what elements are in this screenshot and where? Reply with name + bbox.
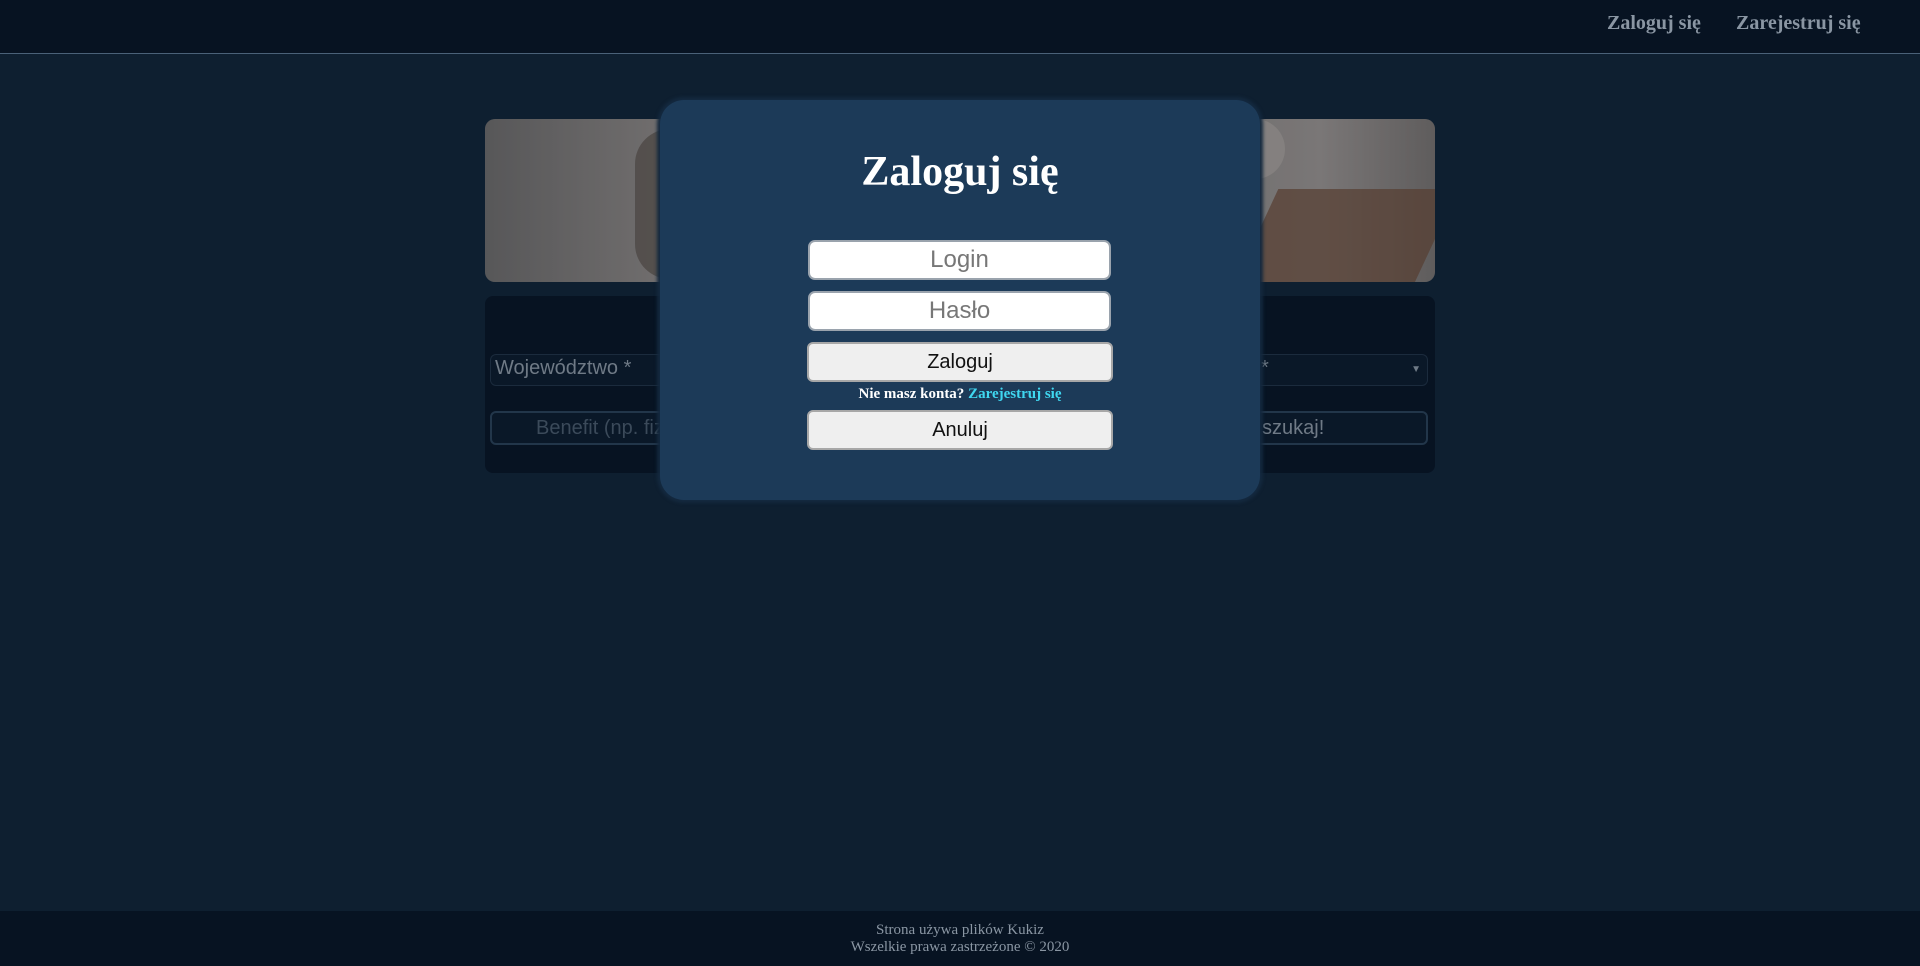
region-select-placeholder: Województwo * xyxy=(495,357,632,379)
footer-copyright-text: Wszelkie prawa zastrzeżone © 2020 xyxy=(850,939,1070,955)
register-link[interactable]: Zarejestruj się xyxy=(968,386,1061,402)
modal-title: Zaloguj się xyxy=(861,149,1059,195)
login-modal: Zaloguj się Zaloguj Nie masz konta? Zare… xyxy=(660,100,1260,500)
nav-register-link[interactable]: Zarejestruj się xyxy=(1736,12,1861,35)
footer-cookies-text: Strona używa plików Kukiz xyxy=(876,922,1044,938)
nav-login-link[interactable]: Zaloguj się xyxy=(1607,12,1701,35)
search-button[interactable]: szukaj! xyxy=(1262,417,1324,440)
benefit-placeholder: Benefit (np. fiz xyxy=(536,417,664,439)
top-navbar: Zaloguj się Zarejestruj się xyxy=(0,0,1920,54)
second-select-placeholder: * xyxy=(1261,357,1269,379)
chevron-down-icon: ▼ xyxy=(1411,364,1421,375)
no-account-text: Nie masz konta? xyxy=(858,386,965,402)
password-input[interactable] xyxy=(808,291,1111,331)
login-button[interactable]: Zaloguj xyxy=(807,342,1113,382)
login-input[interactable] xyxy=(808,240,1111,280)
signup-prompt: Nie masz konta? Zarejestruj się xyxy=(660,386,1260,403)
cancel-button[interactable]: Anuluj xyxy=(807,410,1113,450)
footer: Strona używa plików Kukiz Wszelkie prawa… xyxy=(0,911,1920,966)
